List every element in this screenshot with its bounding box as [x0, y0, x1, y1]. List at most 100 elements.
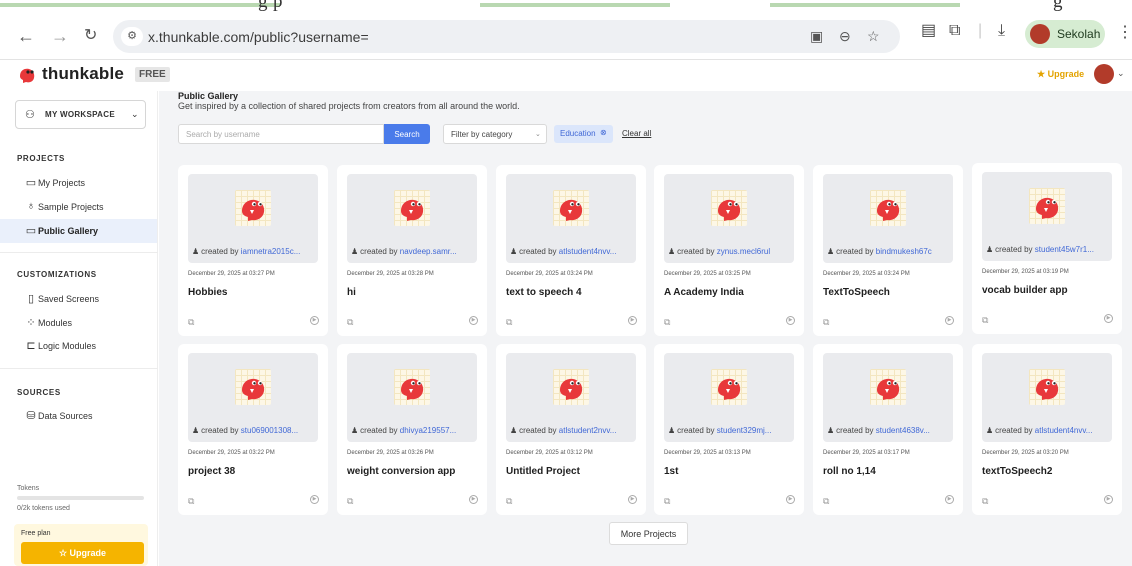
sidebar-item-my-projects[interactable]: ▭ My Projects: [0, 171, 157, 195]
copy-project-icon[interactable]: ⧉: [982, 315, 988, 326]
project-card[interactable]: ♟ created by iamnetra2015c... December 29,…: [178, 165, 328, 336]
project-card[interactable]: ♟ created by student4638v... December 29, …: [813, 344, 963, 515]
play-icon[interactable]: ▶: [945, 316, 954, 325]
creator-username[interactable]: atlstudent4nvv...: [559, 247, 617, 256]
creator-username[interactable]: student45w7r1...: [1035, 245, 1094, 254]
project-title[interactable]: Untitled Project: [506, 466, 641, 477]
project-title[interactable]: A Academy India: [664, 287, 799, 298]
creator-username[interactable]: student4638v...: [876, 426, 930, 435]
extensions-icon[interactable]: ⧉: [949, 23, 960, 39]
reload-icon[interactable]: ↻: [84, 27, 97, 45]
project-card[interactable]: ♟ created by atlstudent4nvv... December 29…: [972, 344, 1122, 515]
project-thumbnail[interactable]: ♟ created by student329mj...: [664, 353, 794, 442]
play-icon[interactable]: ▶: [310, 495, 319, 504]
workspace-selector[interactable]: ⚇ MY WORKSPACE ⌄: [15, 100, 146, 129]
project-title[interactable]: hi: [347, 287, 482, 298]
project-card[interactable]: ♟ created by student45w7r1... December 29,…: [972, 163, 1122, 334]
filter-chip-education[interactable]: Education ⊗: [554, 125, 613, 143]
copy-project-icon[interactable]: ⧉: [664, 317, 670, 328]
project-thumbnail[interactable]: ♟ created by atlstudent4nvv...: [506, 174, 636, 263]
more-projects-button[interactable]: More Projects: [609, 522, 688, 545]
project-thumbnail[interactable]: ♟ created by atlstudent2nvv...: [506, 353, 636, 442]
project-thumbnail[interactable]: ♟ created by stu069001308...: [188, 353, 318, 442]
play-icon[interactable]: ▶: [786, 316, 795, 325]
project-card[interactable]: ♟ created by zynus.mecl6rul December 29, 2…: [654, 165, 804, 336]
chevron-down-icon[interactable]: ⌄: [1117, 68, 1125, 79]
project-title[interactable]: Hobbies: [188, 287, 323, 298]
project-title[interactable]: 1st: [664, 466, 799, 477]
sidebar-item-sample-projects[interactable]: ♁ Sample Projects: [0, 195, 157, 219]
zoom-icon[interactable]: ⊖: [839, 28, 851, 45]
copy-project-icon[interactable]: ⧉: [823, 496, 829, 507]
search-input[interactable]: [178, 124, 384, 144]
creator-username[interactable]: dhivya219557...: [400, 426, 457, 435]
creator-username[interactable]: atlstudent2nvv...: [559, 426, 617, 435]
search-button[interactable]: Search: [384, 124, 430, 144]
forward-icon[interactable]: →: [51, 27, 69, 45]
sidebar-item-logic-modules[interactable]: ⊏ Logic Modules: [0, 334, 157, 358]
copy-project-icon[interactable]: ⧉: [982, 496, 988, 507]
site-settings-icon[interactable]: ⚙: [121, 27, 143, 46]
project-thumbnail[interactable]: ♟ created by dhivya219557...: [347, 353, 477, 442]
project-card[interactable]: ♟ created by student329mj... December 29, …: [654, 344, 804, 515]
copy-project-icon[interactable]: ⧉: [506, 496, 512, 507]
category-filter-select[interactable]: Filter by category ⌄: [443, 124, 547, 144]
creator-username[interactable]: iamnetra2015c...: [241, 247, 301, 256]
project-title[interactable]: weight conversion app: [347, 466, 482, 477]
play-icon[interactable]: ▶: [628, 495, 637, 504]
url-text[interactable]: x.thunkable.com/public?username=: [148, 29, 369, 45]
project-title[interactable]: TextToSpeech: [823, 287, 958, 298]
copy-project-icon[interactable]: ⧉: [664, 496, 670, 507]
play-icon[interactable]: ▶: [1104, 314, 1113, 323]
copy-project-icon[interactable]: ⧉: [188, 496, 194, 507]
play-icon[interactable]: ▶: [469, 316, 478, 325]
copy-project-icon[interactable]: ⧉: [347, 317, 353, 328]
creator-username[interactable]: zynus.mecl6rul: [717, 247, 770, 256]
project-thumbnail[interactable]: ♟ created by student45w7r1...: [982, 172, 1112, 261]
upgrade-button[interactable]: ☆ Upgrade: [21, 542, 144, 564]
creator-username[interactable]: atlstudent4nvv...: [1035, 426, 1093, 435]
play-icon[interactable]: ▶: [945, 495, 954, 504]
project-card[interactable]: ♟ created by navdeep.samr... December 29, …: [337, 165, 487, 336]
creator-username[interactable]: bindmukesh67c: [876, 247, 932, 256]
project-thumbnail[interactable]: ♟ created by atlstudent4nvv...: [982, 353, 1112, 442]
play-icon[interactable]: ▶: [469, 495, 478, 504]
back-icon[interactable]: ←: [17, 27, 35, 45]
project-title[interactable]: project 38: [188, 466, 323, 477]
user-avatar[interactable]: [1094, 64, 1114, 84]
play-icon[interactable]: ▶: [786, 495, 795, 504]
remove-filter-icon[interactable]: ⊗: [600, 128, 607, 137]
profile-button[interactable]: Sekolah: [1025, 20, 1105, 48]
project-card[interactable]: ♟ created by dhivya219557... December 29, …: [337, 344, 487, 515]
download-icon[interactable]: ⤓: [998, 23, 1005, 39]
sidebar-item-modules[interactable]: ⁘ Modules: [0, 311, 157, 335]
translate-icon[interactable]: ▣: [810, 28, 823, 45]
project-thumbnail[interactable]: ♟ created by iamnetra2015c...: [188, 174, 318, 263]
project-thumbnail[interactable]: ♟ created by bindmukesh67c: [823, 174, 953, 263]
project-card[interactable]: ♟ created by bindmukesh67c December 29, 20…: [813, 165, 963, 336]
clear-all-link[interactable]: Clear all: [622, 129, 651, 138]
play-icon[interactable]: ▶: [310, 316, 319, 325]
creator-username[interactable]: student329mj...: [717, 426, 772, 435]
project-card[interactable]: ♟ created by atlstudent4nvv... December 29…: [496, 165, 646, 336]
creator-username[interactable]: stu069001308...: [241, 426, 298, 435]
project-thumbnail[interactable]: ♟ created by student4638v...: [823, 353, 953, 442]
project-title[interactable]: text to speech 4: [506, 287, 641, 298]
bookmark-star-icon[interactable]: ☆: [867, 28, 880, 45]
project-title[interactable]: vocab builder app: [982, 285, 1117, 296]
creator-username[interactable]: navdeep.samr...: [400, 247, 457, 256]
address-bar[interactable]: ⚙ x.thunkable.com/public?username= ▣ ⊖ ☆: [113, 20, 900, 53]
play-icon[interactable]: ▶: [628, 316, 637, 325]
thunkable-logo-icon[interactable]: [17, 66, 37, 84]
project-title[interactable]: textToSpeech2: [982, 466, 1117, 477]
project-card[interactable]: ♟ created by atlstudent2nvv... December 29…: [496, 344, 646, 515]
copy-project-icon[interactable]: ⧉: [506, 317, 512, 328]
sidebar-item-public-gallery[interactable]: ▭ Public Gallery: [0, 219, 157, 243]
copy-project-icon[interactable]: ⧉: [188, 317, 194, 328]
header-upgrade-link[interactable]: ★ Upgrade: [1037, 69, 1084, 80]
project-title[interactable]: roll no 1,14: [823, 466, 958, 477]
copy-project-icon[interactable]: ⧉: [347, 496, 353, 507]
tab-search-icon[interactable]: ▤: [921, 23, 936, 39]
project-thumbnail[interactable]: ♟ created by navdeep.samr...: [347, 174, 477, 263]
play-icon[interactable]: ▶: [1104, 495, 1113, 504]
